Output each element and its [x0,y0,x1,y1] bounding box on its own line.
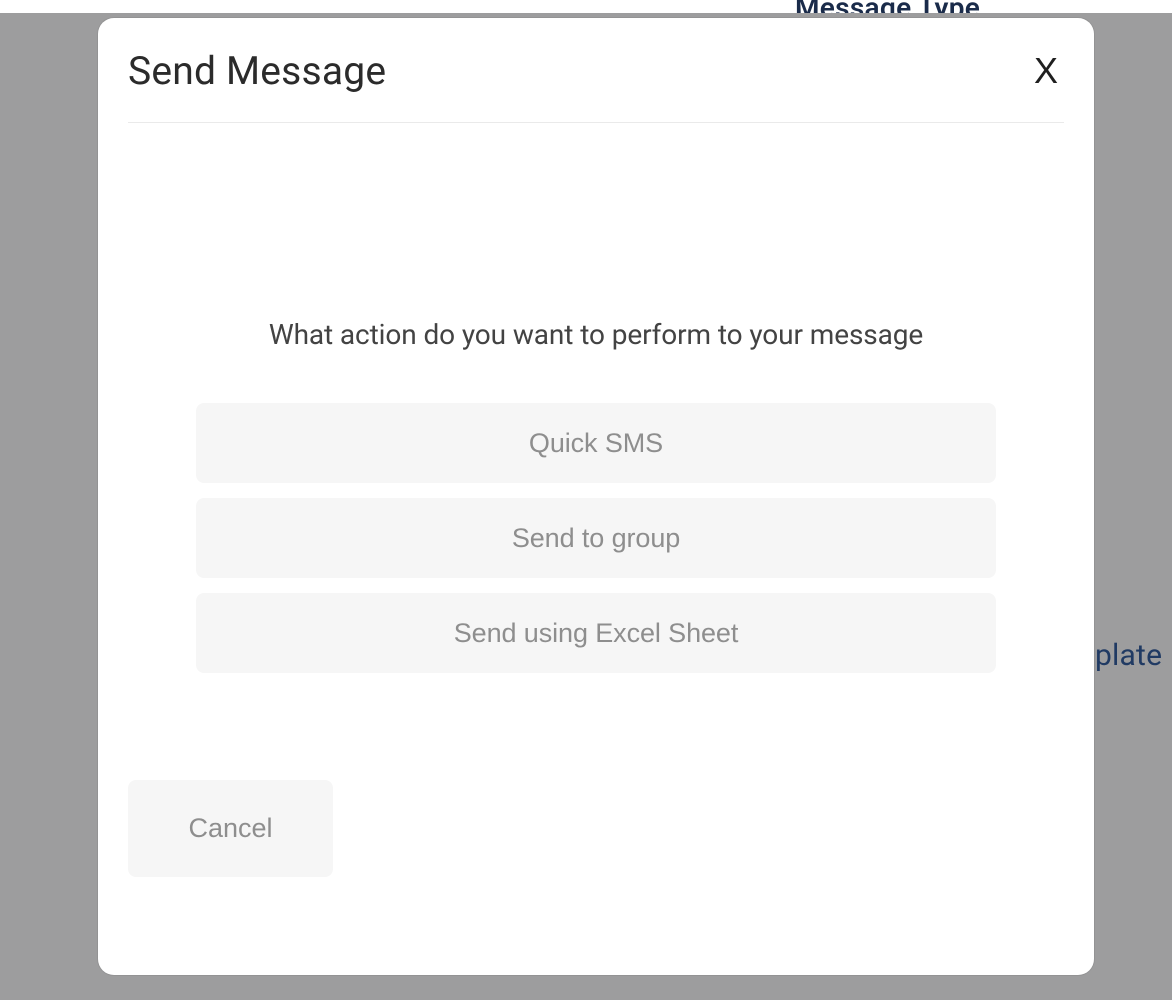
background-right-label-fragment: plate [1095,638,1162,673]
send-message-modal: Send Message X What action do you want t… [98,18,1094,975]
close-icon[interactable]: X [1034,53,1064,89]
modal-footer: Cancel [128,780,333,877]
modal-title: Send Message [128,48,386,94]
modal-options: Quick SMS Send to group Send using Excel… [196,403,996,673]
cancel-button[interactable]: Cancel [128,780,333,877]
send-using-excel-button[interactable]: Send using Excel Sheet [196,593,996,673]
modal-body: What action do you want to perform to yo… [128,123,1064,673]
modal-header: Send Message X [128,48,1064,123]
modal-prompt: What action do you want to perform to yo… [128,318,1064,351]
quick-sms-button[interactable]: Quick SMS [196,403,996,483]
send-to-group-button[interactable]: Send to group [196,498,996,578]
